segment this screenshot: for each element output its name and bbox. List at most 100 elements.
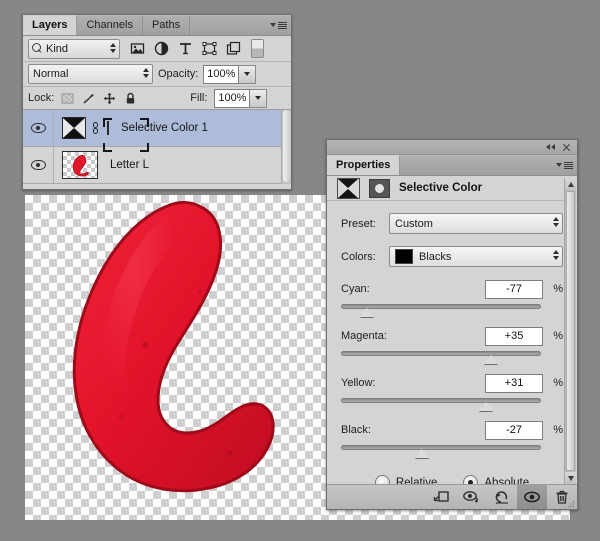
lock-transparent-pixels-icon[interactable]	[61, 92, 74, 105]
lock-position-icon[interactable]	[103, 92, 116, 105]
layer-name-2[interactable]: Letter L	[110, 159, 149, 171]
link-mask-icon[interactable]	[91, 121, 100, 136]
close-icon[interactable]	[562, 143, 571, 152]
fill-label: Fill:	[190, 92, 207, 104]
layer-thumbnail[interactable]	[62, 151, 98, 179]
magenta-unit: %	[543, 330, 563, 342]
slider-black: Black: -27 %	[341, 420, 563, 461]
colors-row: Colors: Blacks	[341, 246, 563, 267]
slider-cyan: Cyan: -77 %	[341, 279, 563, 320]
colors-spinner-icon[interactable]	[553, 250, 559, 260]
image-filter-icon[interactable]	[130, 41, 145, 56]
lock-row: Lock: Fill: 100%	[23, 87, 291, 110]
properties-panel: Properties Selective Color Preset: Custo…	[326, 139, 578, 510]
tab-channels[interactable]: Channels	[77, 16, 142, 35]
reset-icon[interactable]	[487, 485, 517, 509]
black-label: Black:	[341, 424, 485, 436]
photoshop-screen: Layers Channels Paths Kind	[0, 0, 600, 541]
properties-scrollbar[interactable]	[564, 178, 576, 484]
tab-paths[interactable]: Paths	[143, 16, 190, 35]
properties-header: Selective Color	[327, 176, 577, 201]
properties-body: Preset: Custom Colors: Blacks Cyan: -77	[327, 201, 577, 490]
yellow-value[interactable]: +31	[485, 374, 543, 393]
layer-mask-icon[interactable]	[369, 179, 390, 198]
layer-name-1[interactable]: Selective Color 1	[121, 122, 208, 134]
layers-panel-tabbar: Layers Channels Paths	[23, 15, 291, 36]
blend-mode-value: Normal	[33, 68, 68, 80]
yellow-slider-track[interactable]	[341, 396, 563, 414]
opacity-dropdown-icon[interactable]	[239, 65, 256, 84]
black-value[interactable]: -27	[485, 421, 543, 440]
scroll-down-arrow-icon[interactable]	[565, 472, 576, 484]
filter-kind-spinner-icon[interactable]	[110, 43, 116, 53]
black-slider-handle[interactable]	[415, 449, 429, 458]
resize-grip-icon[interactable]	[567, 499, 575, 507]
tab-properties[interactable]: Properties	[327, 155, 400, 175]
preset-label: Preset:	[341, 218, 389, 230]
layer-row-letter-l[interactable]: Letter L	[23, 147, 291, 184]
filter-enable-toggle[interactable]	[251, 39, 264, 58]
lock-all-icon[interactable]	[124, 92, 137, 105]
colors-select[interactable]: Blacks	[389, 246, 563, 267]
magenta-slider-track[interactable]	[341, 349, 563, 367]
layer-filter-icons	[130, 41, 241, 56]
filter-kind-select[interactable]: Kind	[28, 39, 120, 59]
colors-label: Colors:	[341, 251, 389, 263]
toggle-layer-visibility-icon[interactable]	[517, 485, 547, 509]
blend-mode-select[interactable]: Normal	[28, 64, 153, 84]
cyan-label: Cyan:	[341, 283, 485, 295]
yellow-slider-handle[interactable]	[479, 402, 493, 411]
shape-filter-icon[interactable]	[202, 41, 217, 56]
collapse-icon[interactable]	[546, 144, 555, 150]
fill-value[interactable]: 100%	[214, 89, 250, 108]
lock-icons	[61, 92, 137, 105]
blend-mode-spinner-icon[interactable]	[143, 68, 149, 78]
layers-scrollbar[interactable]	[281, 110, 291, 184]
type-filter-icon[interactable]	[178, 41, 193, 56]
layer-visibility-toggle-1[interactable]	[23, 110, 54, 146]
toggle-mask-preview-icon[interactable]	[457, 485, 487, 509]
preset-value: Custom	[395, 218, 433, 230]
adjustment-filter-icon[interactable]	[154, 41, 169, 56]
lock-label: Lock:	[28, 92, 54, 104]
letter-l-artwork	[25, 195, 295, 520]
tab-layers[interactable]: Layers	[23, 15, 77, 35]
colors-swatch	[395, 249, 413, 264]
slider-yellow: Yellow: +31 %	[341, 373, 563, 414]
black-slider-track[interactable]	[341, 443, 563, 461]
cyan-slider-handle[interactable]	[360, 308, 374, 317]
layer-thumbnails-1	[54, 117, 109, 139]
cyan-value[interactable]: -77	[485, 280, 543, 299]
fill-dropdown-icon[interactable]	[250, 89, 267, 108]
layer-list: Selective Color 1 Letter L	[23, 110, 291, 184]
layer-row-selective-color-1[interactable]: Selective Color 1	[23, 110, 291, 147]
magnifier-icon	[32, 43, 43, 54]
adjustment-thumbnail[interactable]	[62, 117, 86, 139]
cyan-slider-track[interactable]	[341, 302, 563, 320]
eye-icon[interactable]	[31, 160, 46, 170]
magenta-slider-handle[interactable]	[484, 355, 498, 364]
layers-panel-menu-icon[interactable]	[271, 19, 287, 31]
yellow-unit: %	[543, 377, 563, 389]
smart-object-filter-icon[interactable]	[226, 41, 241, 56]
scroll-up-arrow-icon[interactable]	[565, 178, 576, 190]
layer-thumbnails-2	[54, 151, 98, 179]
clip-to-layer-icon[interactable]	[427, 485, 457, 509]
preset-row: Preset: Custom	[341, 213, 563, 234]
opacity-control[interactable]: 100%	[203, 65, 256, 84]
opacity-value[interactable]: 100%	[203, 65, 239, 84]
layer-filter-row: Kind	[23, 36, 291, 62]
preset-spinner-icon[interactable]	[553, 217, 559, 227]
layer-visibility-toggle-2[interactable]	[23, 147, 54, 183]
opacity-label: Opacity:	[158, 68, 198, 80]
preset-select[interactable]: Custom	[389, 213, 563, 234]
fill-control[interactable]: 100%	[214, 89, 267, 108]
magenta-value[interactable]: +35	[485, 327, 543, 346]
colors-value: Blacks	[419, 251, 451, 263]
layer-mask-thumbnail[interactable]	[107, 121, 109, 135]
properties-tabbar: Properties	[327, 155, 577, 176]
lock-image-pixels-icon[interactable]	[82, 92, 95, 105]
eye-icon[interactable]	[31, 123, 46, 133]
magenta-label: Magenta:	[341, 330, 485, 342]
properties-panel-menu-icon[interactable]	[557, 159, 573, 171]
